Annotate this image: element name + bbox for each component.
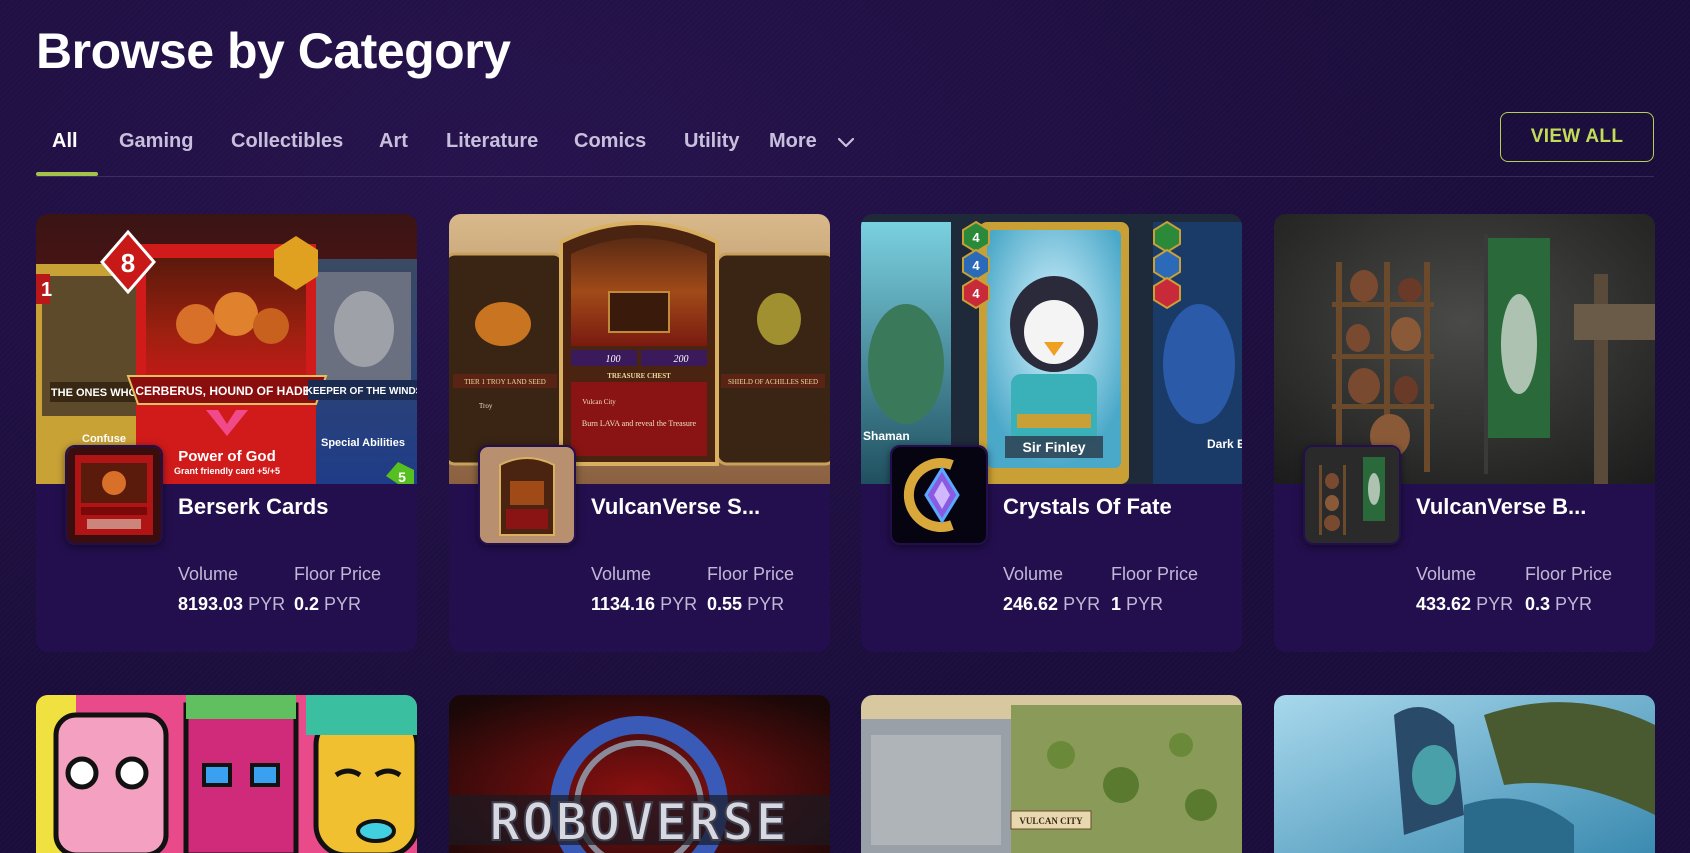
svg-text:ROBOVERSE: ROBOVERSE: [489, 793, 789, 853]
volume-value: 8193.03 PYR: [178, 594, 286, 614]
tab-comics[interactable]: Comics: [574, 130, 646, 153]
svg-text:Confuse: Confuse: [82, 433, 126, 445]
floor-price-value: 0.55 PYR: [707, 594, 785, 614]
svg-text:Grant friendly card +5/+5: Grant friendly card +5/+5: [174, 466, 280, 476]
collection-card-berserk-cards[interactable]: 8 1 THE ONES WHO CERBERUS, HOUND OF HADE…: [36, 214, 417, 652]
page-title: Browse by Category: [36, 23, 511, 79]
collection-banner: 8 1 THE ONES WHO CERBERUS, HOUND OF HADE…: [36, 214, 417, 484]
svg-text:Shaman: Shaman: [863, 429, 910, 443]
collection-card-row2-1[interactable]: [36, 695, 417, 853]
banner-cost-badge: 8: [121, 248, 135, 278]
svg-text:SHIELD OF ACHILLES SEED: SHIELD OF ACHILLES SEED: [728, 378, 818, 386]
svg-text:Troy: Troy: [479, 402, 493, 410]
floor-price-label: Floor Price: [294, 564, 382, 584]
collection-name[interactable]: VulcanVerse S...: [591, 494, 816, 520]
svg-text:Vulcan City: Vulcan City: [582, 398, 616, 406]
svg-text:Sir Finley: Sir Finley: [1022, 439, 1085, 455]
volume-value: 1134.16 PYR: [591, 594, 698, 614]
svg-text:KEEPER OF THE WINDS: KEEPER OF THE WINDS: [306, 386, 417, 397]
svg-text:4: 4: [972, 258, 980, 273]
volume-label: Volume: [1003, 564, 1064, 584]
collection-avatar: [65, 445, 163, 545]
tab-literature[interactable]: Literature: [446, 130, 538, 153]
floor-price-value: 0.2 PYR: [294, 594, 362, 614]
volume-value: 433.62 PYR: [1416, 594, 1514, 614]
tab-art[interactable]: Art: [379, 130, 408, 153]
svg-text:Power of God: Power of God: [178, 448, 276, 465]
collection-card-row2-4[interactable]: [1274, 695, 1655, 853]
collection-avatar: [890, 445, 988, 545]
svg-text:4: 4: [972, 230, 980, 245]
svg-text:VULCAN CITY: VULCAN CITY: [1019, 816, 1083, 826]
svg-text:1: 1: [41, 279, 52, 301]
collection-card-vulcanverse-b[interactable]: VulcanVerse B... Volume Floor Price 433.…: [1274, 214, 1655, 652]
svg-text:4: 4: [972, 286, 980, 301]
svg-text:Dark E: Dark E: [1207, 437, 1242, 451]
floor-price-label: Floor Price: [707, 564, 795, 584]
collection-card-row2-3[interactable]: VULCAN CITY: [861, 695, 1242, 853]
svg-text:THE ONES WHO: THE ONES WHO: [51, 387, 138, 399]
chevron-down-icon[interactable]: [836, 130, 856, 154]
tab-all[interactable]: All: [52, 130, 78, 153]
svg-text:TREASURE CHEST: TREASURE CHEST: [607, 372, 671, 380]
collection-card-row2-2[interactable]: ROBOVERSE: [449, 695, 830, 853]
tab-utility[interactable]: Utility: [684, 130, 740, 153]
collection-avatar: [478, 445, 576, 545]
svg-text:100: 100: [606, 354, 621, 365]
volume-label: Volume: [178, 564, 239, 584]
collection-card-crystals-of-fate[interactable]: Sir Finley Shaman Dark E 4 4 4 Crystals …: [861, 214, 1242, 652]
view-all-button[interactable]: VIEW ALL: [1500, 112, 1654, 162]
browse-by-category-section: Browse by Category All Gaming Collectibl…: [0, 0, 1690, 853]
tab-collectibles[interactable]: Collectibles: [231, 130, 343, 153]
active-tab-indicator: [36, 172, 98, 176]
svg-text:TIER 1 TROY LAND SEED: TIER 1 TROY LAND SEED: [464, 378, 546, 386]
category-tabs: All Gaming Collectibles Art Literature C…: [36, 120, 1654, 177]
svg-text:200: 200: [674, 354, 689, 365]
floor-price-value: 1 PYR: [1111, 594, 1164, 614]
volume-value: 246.62 PYR: [1003, 594, 1101, 614]
volume-label: Volume: [1416, 564, 1477, 584]
collection-card-vulcanverse-s[interactable]: 100 200 TREASURE CHEST Vulcan City Burn …: [449, 214, 830, 652]
collection-name[interactable]: Berserk Cards: [178, 494, 403, 520]
svg-text:Special Abilities: Special Abilities: [321, 437, 405, 449]
collection-banner: [1274, 214, 1655, 484]
volume-label: Volume: [591, 564, 652, 584]
collection-banner: 100 200 TREASURE CHEST Vulcan City Burn …: [449, 214, 830, 484]
svg-text:Burn LAVA and reveal the Treas: Burn LAVA and reveal the Treasure: [582, 419, 697, 428]
floor-price-value: 0.3 PYR: [1525, 594, 1593, 614]
collection-banner: Sir Finley Shaman Dark E 4 4 4: [861, 214, 1242, 484]
svg-text:CERBERUS, HOUND OF HADES: CERBERUS, HOUND OF HADES: [135, 384, 318, 398]
collection-avatar: [1303, 445, 1401, 545]
floor-price-label: Floor Price: [1525, 564, 1613, 584]
tab-more[interactable]: More: [769, 130, 817, 153]
floor-price-label: Floor Price: [1111, 564, 1199, 584]
svg-text:5: 5: [398, 469, 406, 484]
tab-gaming[interactable]: Gaming: [119, 130, 193, 153]
collection-name[interactable]: VulcanVerse B...: [1416, 494, 1641, 520]
collection-name[interactable]: Crystals Of Fate: [1003, 494, 1228, 520]
